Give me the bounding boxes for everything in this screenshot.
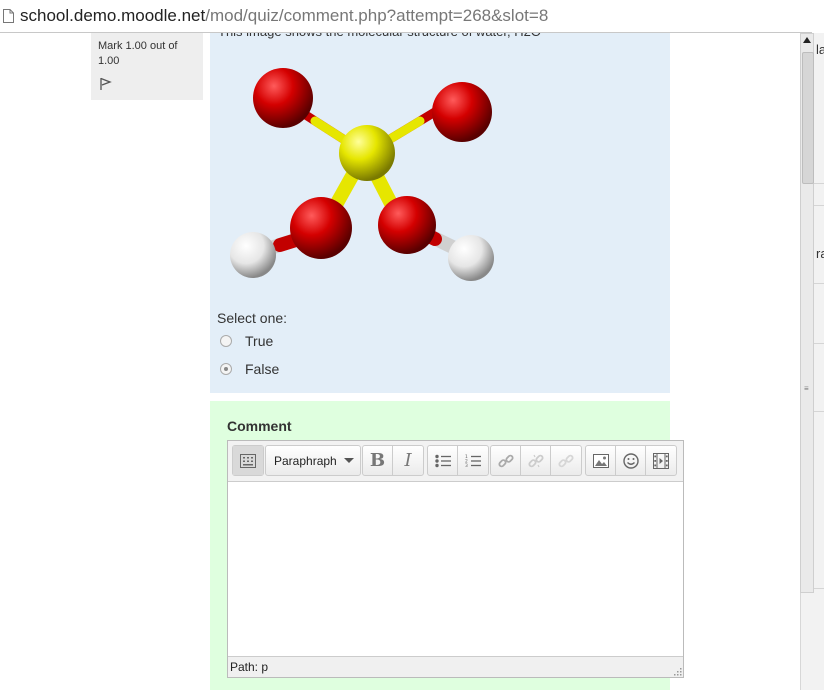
select-one-prompt: Select one:: [217, 310, 288, 326]
chevron-down-icon: [344, 458, 354, 463]
url-host: school.demo.moodle.net: [20, 6, 206, 25]
ordered-list-button[interactable]: 123: [458, 446, 488, 475]
link-group: [490, 445, 582, 476]
show-more-buttons[interactable]: [233, 446, 263, 475]
keyboard-icon: [240, 453, 256, 468]
format-select-value: Paraphraph: [274, 453, 337, 468]
toolbar-toggle-group: [232, 445, 264, 476]
question-content: This image shows the molecular structure…: [210, 24, 670, 393]
bullet-list-icon: [434, 454, 451, 467]
text-style-group: B I: [362, 445, 424, 476]
page-icon: [3, 9, 14, 23]
scroll-grip-icon: ≡: [804, 384, 809, 393]
smiley-icon: [622, 452, 639, 469]
url-path: /mod/quiz/comment.php?attempt=268&slot=8: [205, 6, 549, 25]
anchor-button[interactable]: [551, 446, 581, 475]
answer-false-radio[interactable]: [220, 363, 232, 375]
insert-image-button[interactable]: [586, 446, 616, 475]
film-icon: [653, 452, 669, 469]
emoticon-button[interactable]: [616, 446, 646, 475]
url-text[interactable]: school.demo.moodle.net/mod/quiz/comment.…: [20, 6, 548, 26]
editor-toolbar: Paraphraph B I 123: [228, 441, 683, 482]
comment-textarea[interactable]: [228, 482, 683, 656]
scroll-thumb[interactable]: [802, 52, 814, 184]
link-icon: [497, 454, 514, 467]
answer-false-label[interactable]: False: [245, 361, 279, 377]
editor-statusbar: Path: p: [228, 656, 683, 677]
numbered-list-icon: 123: [465, 454, 481, 468]
format-select[interactable]: Paraphraph: [265, 445, 361, 476]
italic-button[interactable]: I: [393, 446, 423, 475]
bold-button[interactable]: B: [363, 446, 393, 475]
address-bar[interactable]: school.demo.moodle.net/mod/quiz/comment.…: [0, 0, 812, 33]
link-button[interactable]: [491, 446, 521, 475]
answer-true-radio[interactable]: [220, 335, 232, 347]
comment-editor[interactable]: Paraphraph B I 123 Path: p: [227, 440, 684, 678]
flag-icon[interactable]: [99, 77, 113, 91]
scroll-up-icon[interactable]: [803, 37, 811, 43]
unlink-button[interactable]: [521, 446, 551, 475]
answer-true[interactable]: True: [220, 333, 273, 349]
answer-true-label[interactable]: True: [245, 333, 273, 349]
molecule-image: [230, 68, 494, 281]
list-group: 123: [427, 445, 489, 476]
svg-text:3: 3: [465, 463, 468, 468]
media-group: [585, 445, 677, 476]
mark-text: Mark 1.00 out of 1.00: [98, 40, 178, 67]
question-info-box: Mark 1.00 out of 1.00: [91, 33, 203, 100]
background-text-a: la: [816, 42, 824, 57]
comment-label: Comment: [227, 418, 292, 434]
vertical-scrollbar[interactable]: ≡: [800, 33, 814, 593]
chain-icon: [558, 454, 574, 467]
element-path: Path: p: [230, 660, 269, 674]
unlink-icon: [527, 454, 544, 467]
resize-grip-icon[interactable]: [672, 666, 682, 676]
insert-media-button[interactable]: [646, 446, 676, 475]
image-icon: [592, 453, 609, 468]
answer-false[interactable]: False: [220, 361, 279, 377]
unordered-list-button[interactable]: [428, 446, 458, 475]
background-text-b: ra: [816, 246, 824, 261]
